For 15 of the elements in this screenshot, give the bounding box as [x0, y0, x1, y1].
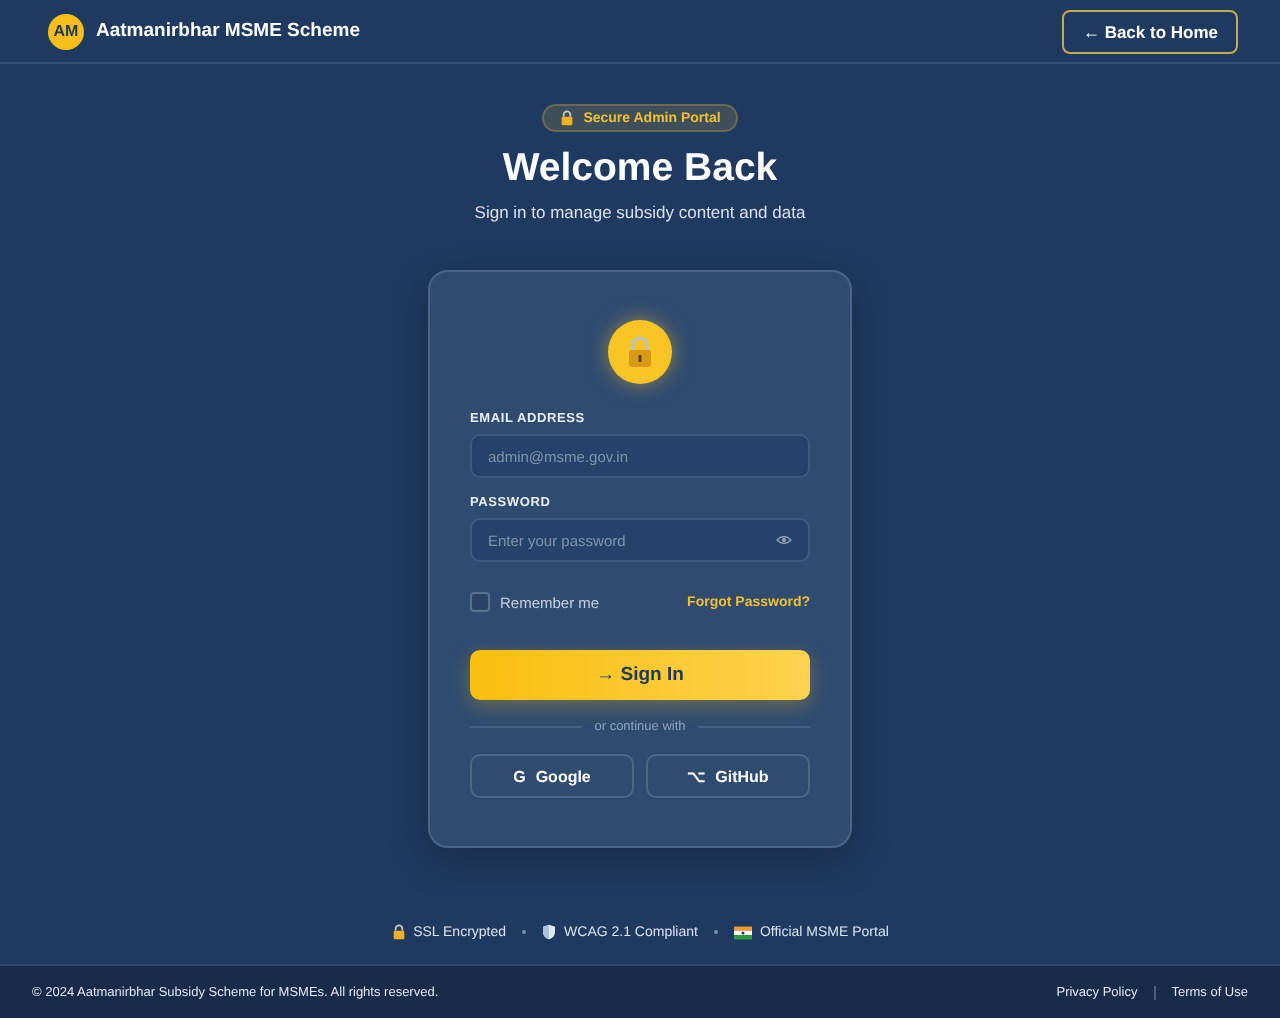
- logo-badge: AM: [48, 13, 84, 49]
- sign-in-button[interactable]: → Sign In: [470, 650, 810, 701]
- shield-icon: [542, 924, 557, 941]
- flag-icon: [733, 925, 752, 940]
- lock-icon: [559, 110, 574, 126]
- back-button[interactable]: ← Back to Home: [1062, 9, 1238, 53]
- eye-icon[interactable]: [776, 534, 792, 547]
- page-title: Welcome Back: [502, 146, 778, 191]
- lock-badge-icon: [608, 320, 672, 385]
- social-login-button[interactable]: G Google: [470, 754, 634, 799]
- remember-checkbox[interactable]: [470, 592, 490, 613]
- site-title: Aatmanirbhar MSME Scheme: [96, 20, 360, 42]
- page-subtitle: Sign in to manage subsidy content and data: [474, 202, 806, 223]
- social-login-button[interactable]: ⌥ GitHub: [646, 754, 810, 799]
- lock-icon: [391, 924, 406, 941]
